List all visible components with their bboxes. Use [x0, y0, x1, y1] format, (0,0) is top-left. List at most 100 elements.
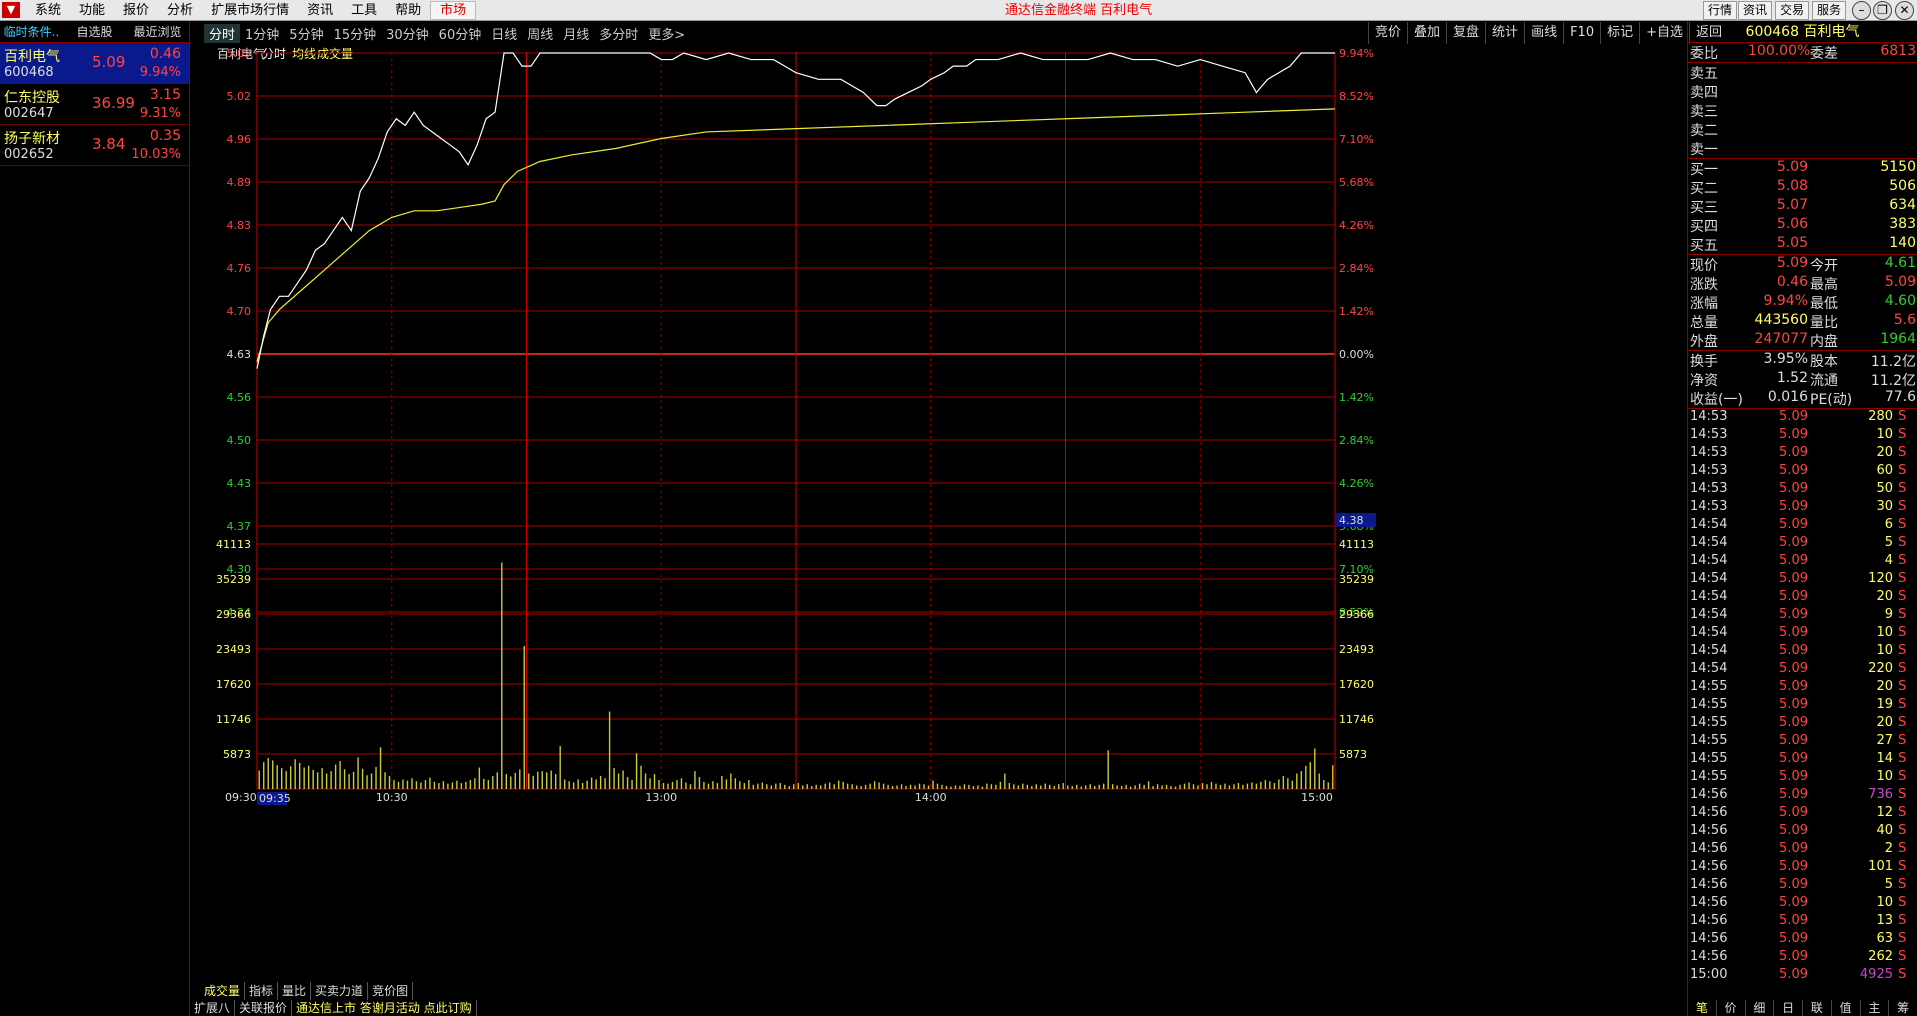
tick-volume: 30 — [1876, 499, 1893, 514]
stock-list-panel: 临时条件.. 自选股 最近浏览 百利电气 600468 5.09 0.46 9.… — [0, 21, 190, 1016]
period-tab[interactable]: 60分钟 — [434, 24, 487, 43]
tick-side: S — [1898, 787, 1907, 802]
tick-row: 14:54 5.09 6 S — [1688, 517, 1917, 535]
quote-tab[interactable]: 笔 — [1688, 1000, 1717, 1016]
tool-button[interactable]: 叠加 — [1407, 22, 1446, 44]
tool-button[interactable]: 竞价 — [1368, 22, 1407, 44]
quote-value: 5.09 — [1884, 274, 1916, 290]
top-service-button[interactable]: 服务 — [1812, 1, 1847, 20]
stock-change: 0.46 — [149, 46, 181, 62]
menu-news[interactable]: 资讯 — [298, 0, 342, 21]
tick-side: S — [1898, 679, 1907, 694]
stock-row[interactable]: 仁东控股 002647 36.99 3.15 9.31% — [0, 84, 189, 125]
quote-tab[interactable]: 值 — [1832, 1000, 1861, 1016]
menu-tools[interactable]: 工具 — [342, 0, 386, 21]
quote-tab[interactable]: 联 — [1803, 1000, 1832, 1016]
quote-tab[interactable]: 价 — [1717, 1000, 1746, 1016]
indicator-tab[interactable]: 买卖力道 — [311, 982, 369, 1000]
intraday-chart[interactable]: 百利电气分时 均线 成交量5.09 9.94%5.02 8.52%4.96 7.10%4.… — [190, 44, 1687, 994]
stock-row[interactable]: 扬子新材 002652 3.84 0.35 10.03% — [0, 125, 189, 166]
cursor-price-label: 4.38 — [1339, 514, 1364, 527]
tick-price: 5.09 — [1779, 913, 1808, 928]
indicator-tab[interactable]: 量比 — [278, 982, 312, 1000]
tick-volume: 20 — [1876, 589, 1893, 604]
tick-time: 14:56 — [1690, 949, 1728, 964]
period-tab[interactable]: 周线 — [522, 24, 558, 43]
menu-quote[interactable]: 报价 — [114, 0, 158, 21]
menu-ext-market[interactable]: 扩展市场行情 — [202, 0, 298, 21]
menu-system[interactable]: 系统 — [26, 0, 70, 21]
tool-button[interactable]: 标记 — [1600, 22, 1639, 44]
price-tick-label: 4.89 — [227, 176, 252, 189]
quote-tab[interactable]: 筹 — [1889, 1000, 1917, 1016]
period-tab[interactable]: 分时 — [204, 23, 241, 43]
quote-label: 现价 — [1690, 258, 1718, 274]
tick-price: 5.09 — [1779, 823, 1808, 838]
quote-tab[interactable]: 日 — [1774, 1000, 1803, 1016]
tick-side: S — [1898, 463, 1907, 478]
restore-icon[interactable]: ❐ — [1873, 1, 1892, 20]
price-tick-label: 4.76 — [227, 262, 252, 275]
menu-analysis[interactable]: 分析 — [158, 0, 202, 21]
menu-help[interactable]: 帮助 — [386, 0, 430, 21]
period-tab[interactable]: 更多> — [643, 24, 690, 43]
ext-eight-button[interactable]: 扩展八 — [190, 1000, 236, 1016]
stock-code: 002647 — [4, 106, 54, 121]
tool-button[interactable]: 复盘 — [1446, 22, 1485, 44]
related-quote-button[interactable]: 关联报价 — [235, 1000, 293, 1016]
tab-recent[interactable]: 最近浏览 — [126, 21, 189, 42]
tab-temp-condition[interactable]: 临时条件.. — [0, 21, 63, 42]
quote-tab[interactable]: 细 — [1746, 1000, 1775, 1016]
tool-button[interactable]: 画线 — [1524, 22, 1563, 44]
bid-label: 买一 — [1690, 162, 1718, 178]
price-tick-label: 4.50 — [227, 434, 252, 447]
indicator-tab[interactable]: 竞价图 — [368, 982, 414, 1000]
quote-row: 涨幅 9.94% 最低 4.60 — [1688, 293, 1917, 312]
indicator-tab[interactable]: 指标 — [245, 982, 279, 1000]
menu-function[interactable]: 功能 — [70, 0, 114, 21]
tick-time: 14:54 — [1690, 589, 1728, 604]
tick-row: 14:53 5.09 50 S — [1688, 481, 1917, 499]
minimize-icon[interactable]: – — [1852, 1, 1871, 20]
quote-value: 247077 — [1754, 331, 1808, 347]
tick-row: 14:54 5.09 9 S — [1688, 607, 1917, 625]
app-logo-icon[interactable]: ▼ — [2, 2, 20, 18]
tick-price: 5.09 — [1779, 697, 1808, 712]
stock-row[interactable]: 百利电气 600468 5.09 0.46 9.94% — [0, 43, 189, 84]
tick-row: 14:54 5.09 5 S — [1688, 535, 1917, 553]
tick-time: 14:55 — [1690, 679, 1728, 694]
cursor-time-label: 09:35 — [259, 792, 291, 805]
tick-row: 14:54 5.09 10 S — [1688, 643, 1917, 661]
bid-label: 买四 — [1690, 219, 1718, 235]
period-tab[interactable]: 月线 — [558, 24, 594, 43]
ask-row: 卖一 — [1688, 139, 1917, 158]
close-icon[interactable]: ✕ — [1895, 1, 1914, 20]
top-news-button[interactable]: 资讯 — [1738, 1, 1773, 20]
tick-row: 14:56 5.09 63 S — [1688, 931, 1917, 949]
period-tab[interactable]: 日线 — [486, 24, 522, 43]
period-tab[interactable]: 多分时 — [594, 24, 643, 43]
indicator-tab[interactable]: 成交量 — [200, 982, 246, 1000]
tick-price: 5.09 — [1779, 787, 1808, 802]
menu-market-button[interactable]: 市场 — [430, 0, 477, 20]
tick-row: 15:00 5.09 4925 S — [1688, 967, 1917, 985]
tick-side: S — [1898, 499, 1907, 514]
tool-button[interactable]: F10 — [1563, 22, 1600, 44]
quote-row: 净资 1.52 流通 11.2亿 — [1688, 370, 1917, 389]
tick-time: 14:53 — [1690, 481, 1728, 496]
period-tab[interactable]: 15分钟 — [329, 24, 382, 43]
pct-tick-label: 1.42% — [1339, 391, 1374, 404]
quote-tab[interactable]: 主 — [1861, 1000, 1890, 1016]
tool-button[interactable]: +自选 — [1639, 22, 1689, 44]
period-tab[interactable]: 1分钟 — [240, 24, 284, 43]
tick-volume: 60 — [1876, 463, 1893, 478]
top-quote-button[interactable]: 行情 — [1703, 1, 1738, 20]
top-trade-button[interactable]: 交易 — [1775, 1, 1810, 20]
volume-tick-label: 29366 — [1339, 608, 1374, 621]
tool-button[interactable]: 统计 — [1485, 22, 1524, 44]
stock-percent: 10.03% — [131, 147, 181, 162]
period-tab[interactable]: 5分钟 — [284, 24, 328, 43]
tab-watchlist[interactable]: 自选股 — [63, 21, 126, 42]
ad-link[interactable]: 通达信上市 答谢月活动 点此订购 — [292, 1000, 477, 1016]
period-tab[interactable]: 30分钟 — [381, 24, 434, 43]
